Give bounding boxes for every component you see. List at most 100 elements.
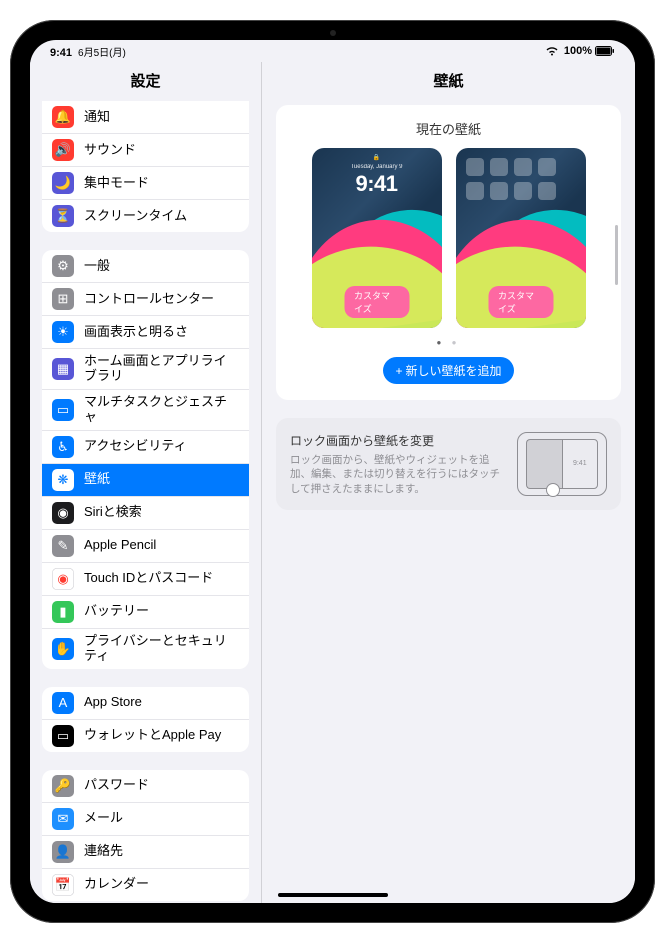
add-wallpaper-button[interactable]: + 新しい壁紙を追加 — [383, 357, 513, 384]
row-label: 連絡先 — [84, 844, 239, 859]
sidebar-item[interactable]: ⏳ スクリーンタイム — [42, 200, 249, 232]
sidebar-item[interactable]: ✉︎ メール — [42, 803, 249, 836]
current-wallpaper-label: 現在の壁紙 — [288, 119, 609, 138]
row-icon: ❋ — [52, 469, 74, 491]
row-label: パスワード — [84, 778, 239, 793]
scroll-indicator — [615, 225, 618, 285]
row-label: 画面表示と明るさ — [84, 325, 239, 340]
customize-home-button[interactable]: カスタマイズ — [488, 286, 553, 318]
row-label: App Store — [84, 695, 239, 710]
sidebar-item[interactable]: 👤 連絡先 — [42, 836, 249, 869]
row-label: スクリーンタイム — [84, 209, 239, 224]
tip-illustration: 9:41 — [517, 432, 607, 496]
detail-pane: 壁紙 現在の壁紙 🔒 Tuesday, January 9 9:41 カスタ — [262, 62, 635, 903]
sidebar-item[interactable]: A App Store — [42, 687, 249, 720]
homescreen-preview[interactable]: カスタマイズ — [456, 148, 586, 328]
sidebar-item[interactable]: 📅 カレンダー — [42, 869, 249, 901]
sidebar-item[interactable]: ⚙︎ 一般 — [42, 250, 249, 283]
row-label: プライバシーとセキュリティ — [84, 634, 239, 664]
row-label: 壁紙 — [84, 472, 239, 487]
customize-lock-button[interactable]: カスタマイズ — [344, 286, 409, 318]
home-app-grid — [466, 158, 556, 200]
wifi-icon — [545, 46, 559, 56]
tip-title: ロック画面から壁紙を変更 — [290, 432, 505, 449]
row-label: サウンド — [84, 143, 239, 158]
sidebar-item[interactable]: ⊞ コントロールセンター — [42, 283, 249, 316]
status-date: 6月5日(月) — [78, 44, 126, 59]
row-icon: ✋ — [52, 638, 74, 660]
sidebar-item[interactable]: ◉ Siriと検索 — [42, 497, 249, 530]
row-label: ホーム画面とアプリライブラリ — [84, 354, 239, 384]
row-icon: 🔔 — [52, 106, 74, 128]
row-icon: ♿︎ — [52, 436, 74, 458]
row-label: カレンダー — [84, 877, 239, 892]
sidebar-item[interactable]: 🌙 集中モード — [42, 167, 249, 200]
row-label: アクセシビリティ — [84, 439, 239, 454]
row-icon: ✎ — [52, 535, 74, 557]
row-icon: ⏳ — [52, 205, 74, 227]
row-icon: 🌙 — [52, 172, 74, 194]
sidebar-item[interactable]: ☀︎ 画面表示と明るさ — [42, 316, 249, 349]
split-view: 設定 🔔通知🔊サウンド🌙集中モード⏳スクリーンタイム ⚙︎一般⊞コントロールセン… — [30, 62, 635, 903]
battery-percent: 100% — [564, 45, 592, 57]
battery-icon — [595, 46, 615, 56]
row-label: Siriと検索 — [84, 505, 239, 520]
row-label: Apple Pencil — [84, 538, 239, 553]
current-wallpaper-card: 現在の壁紙 🔒 Tuesday, January 9 9:41 カスタマイズ — [276, 105, 621, 400]
plus-icon: + — [395, 364, 402, 378]
row-label: メール — [84, 811, 239, 826]
ipad-frame: 9:41 6月5日(月) 100% 設定 🔔通知🔊サウンド🌙集中モード⏳スクリー… — [10, 20, 655, 923]
sidebar-section-3: A App Store ▭ ウォレットとApple Pay — [42, 687, 249, 752]
row-icon: 🔑 — [52, 775, 74, 797]
row-icon: ◉ — [52, 568, 74, 590]
lock-icon: 🔒 — [373, 154, 380, 161]
row-icon: ⊞ — [52, 288, 74, 310]
row-label: ウォレットとApple Pay — [84, 728, 239, 743]
lock-clock: 9:41 — [312, 171, 442, 197]
sidebar-item[interactable]: ▦ ホーム画面とアプリライブラリ — [42, 349, 249, 390]
row-label: マルチタスクとジェスチャ — [84, 395, 239, 425]
row-icon: ⚙︎ — [52, 255, 74, 277]
sidebar-section-4: 🔑 パスワード ✉︎ メール 👤 連絡先 📅 カレンダー — [42, 770, 249, 901]
row-label: 通知 — [84, 110, 239, 125]
sidebar-section-1: 🔔 通知 🔊 サウンド 🌙 集中モード ⏳ スクリーンタイム — [42, 101, 249, 232]
sidebar-item[interactable]: ▭ マルチタスクとジェスチャ — [42, 390, 249, 431]
add-wallpaper-label: 新しい壁紙を追加 — [406, 362, 502, 379]
sidebar-item[interactable]: ◉ Touch IDとパスコード — [42, 563, 249, 596]
sidebar-item[interactable]: ♿︎ アクセシビリティ — [42, 431, 249, 464]
row-label: 一般 — [84, 259, 239, 274]
camera-dot — [330, 30, 336, 36]
home-indicator[interactable] — [278, 893, 388, 897]
row-icon: ◉ — [52, 502, 74, 524]
sidebar-item[interactable]: 🔊 サウンド — [42, 134, 249, 167]
row-label: バッテリー — [84, 604, 239, 619]
lockscreen-preview[interactable]: 🔒 Tuesday, January 9 9:41 カスタマイズ — [312, 148, 442, 328]
sidebar-item[interactable]: ✋ プライバシーとセキュリティ — [42, 629, 249, 669]
row-icon: ▭ — [52, 725, 74, 747]
row-label: コントロールセンター — [84, 292, 239, 307]
sidebar-item[interactable]: 🔑 パスワード — [42, 770, 249, 803]
sidebar-section-2: ⚙︎ 一般 ⊞ コントロールセンター ☀︎ 画面表示と明るさ ▦ ホーム画面とアプリライブラリ… — [42, 250, 249, 669]
sidebar-item[interactable]: 🔔 通知 — [42, 101, 249, 134]
row-icon: 👤 — [52, 841, 74, 863]
row-icon: 📅 — [52, 874, 74, 896]
sidebar-item[interactable]: ▭ ウォレットとApple Pay — [42, 720, 249, 752]
row-label: Touch IDとパスコード — [84, 571, 239, 586]
sidebar-item[interactable]: ▮ バッテリー — [42, 596, 249, 629]
row-icon: ☀︎ — [52, 321, 74, 343]
tip-card: ロック画面から壁紙を変更 ロック画面から、壁紙やウィジェットを追加、編集、または… — [276, 418, 621, 510]
status-bar: 9:41 6月5日(月) 100% — [30, 40, 635, 62]
row-icon: A — [52, 692, 74, 714]
sidebar-item[interactable]: ✎ Apple Pencil — [42, 530, 249, 563]
row-icon: ▮ — [52, 601, 74, 623]
row-icon: ▦ — [52, 358, 74, 380]
settings-sidebar: 設定 🔔通知🔊サウンド🌙集中モード⏳スクリーンタイム ⚙︎一般⊞コントロールセン… — [30, 62, 262, 903]
row-icon: 🔊 — [52, 139, 74, 161]
row-label: 集中モード — [84, 176, 239, 191]
row-icon: ✉︎ — [52, 808, 74, 830]
screen: 9:41 6月5日(月) 100% 設定 🔔通知🔊サウンド🌙集中モード⏳スクリー… — [30, 40, 635, 903]
sidebar-item[interactable]: ❋ 壁紙 — [42, 464, 249, 497]
row-icon: ▭ — [52, 399, 74, 421]
lock-date: Tuesday, January 9 — [312, 164, 442, 170]
tip-description: ロック画面から、壁紙やウィジェットを追加、編集、または切り替えを行うにはタッチし… — [290, 453, 505, 496]
